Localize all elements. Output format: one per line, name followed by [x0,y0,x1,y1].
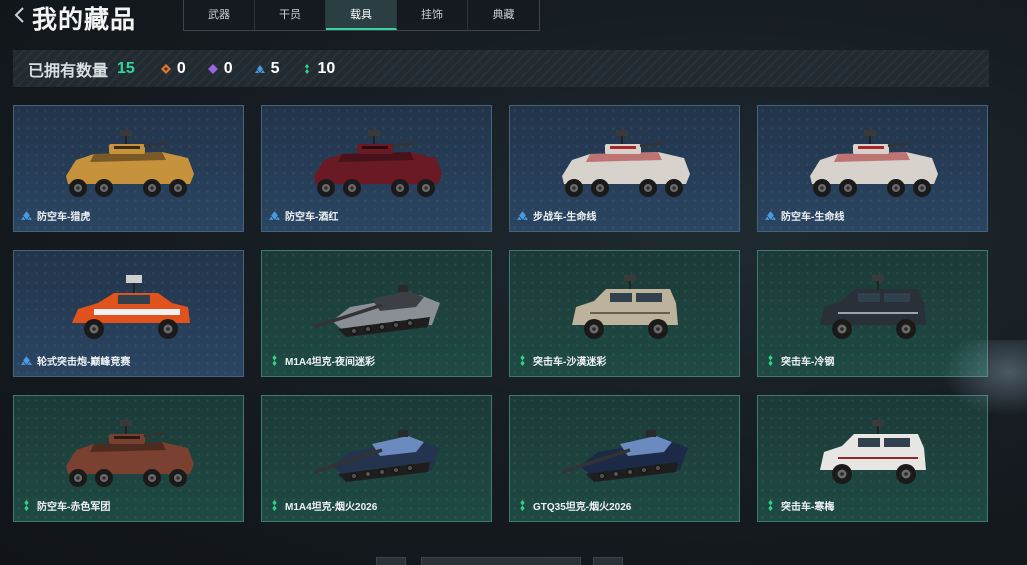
back-button[interactable] [10,4,28,26]
tab-weapons[interactable]: 武器 [184,0,255,30]
rarity-count-value: 0 [223,59,233,77]
vehicle-card[interactable]: 防空车-赤色军团 [13,395,244,522]
vehicle-card[interactable]: 防空车-猎虎 [13,105,244,232]
page-title: 我的藏品 [32,6,137,34]
vehicle-label: 步战车-生命线 [517,208,596,223]
vehicle-name: 防空车-猎虎 [37,212,91,223]
rarity-count-green: 10 [302,59,336,78]
header: 我的藏品 武器 干员 载具 挂饰 典藏 [0,0,1027,34]
vehicle-label: M1A4坦克-夜间迷彩 [269,353,375,368]
green-rarity-icon [520,500,525,511]
rarity-count-value: 5 [270,59,280,77]
green-rarity-icon [272,500,277,511]
vehicle-label: 轮式突击炮-巅峰竞赛 [21,353,130,368]
vehicle-image [72,275,190,339]
vehicle-card[interactable]: 防空车-生命线 [757,105,988,232]
vehicle-card[interactable]: 突击车-沙漠迷彩 [509,250,740,377]
vehicle-image [572,275,678,339]
vehicle-name: 突击车-寒梅 [781,502,835,513]
vehicle-label: GTQ35坦克-烟火2026 [517,498,631,513]
vehicle-label: M1A4坦克-烟火2026 [269,498,377,513]
vehicle-label: 突击车-冷钢 [765,353,834,368]
vehicle-label: 防空车-生命线 [765,208,844,223]
vehicle-label: 突击车-寒梅 [765,498,834,513]
rarity-count-value: 0 [176,59,186,77]
blue-rarity-icon [21,356,32,365]
vehicle-name: M1A4坦克-烟火2026 [285,502,378,513]
blue-rarity-icon [269,211,280,220]
vehicle-name: GTQ35坦克-烟火2026 [533,502,632,513]
vehicle-card[interactable]: 步战车-生命线 [509,105,740,232]
blue-rarity-icon [765,211,776,220]
page-next-button[interactable] [593,557,623,565]
orange-diamond-icon [160,63,171,74]
green-rarity-icon [768,500,773,511]
vehicle-image [314,130,442,197]
rarity-count-orange: 0 [160,59,186,78]
green-rarity-icon [768,355,773,366]
vehicle-label: 突击车-沙漠迷彩 [517,353,606,368]
chevron-left-icon [14,7,24,23]
vehicle-label: 防空车-猎虎 [21,208,90,223]
green-rarity-icon [272,355,277,366]
blue-rarity-icon [21,211,32,220]
vehicle-card[interactable]: GTQ35坦克-烟火2026 [509,395,740,522]
vehicle-image [313,430,440,482]
vehicle-card[interactable]: 突击车-冷钢 [757,250,988,377]
vehicle-image [313,285,440,337]
green-diamond-icon [304,63,309,74]
vehicle-image [66,420,194,487]
owned-count-value: 15 [117,59,135,77]
vehicle-image [820,420,926,484]
vehicle-name: 步战车-生命线 [533,212,597,223]
purple-diamond-icon [207,63,218,74]
vehicle-name: M1A4坦克-夜间迷彩 [285,357,376,368]
owned-count-label: 已拥有数量 [28,62,109,80]
page-prev-button[interactable] [376,557,406,565]
green-rarity-icon [520,355,525,366]
tab-collection[interactable]: 典藏 [468,0,539,30]
tab-pendants[interactable]: 挂饰 [397,0,468,30]
rarity-count-blue: 5 [254,59,280,78]
ownership-stats-bar: 已拥有数量 15 0 0 5 10 [13,50,989,87]
vehicle-card[interactable]: 防空车-酒红 [261,105,492,232]
category-tabs: 武器 干员 载具 挂饰 典藏 [183,0,540,31]
vehicle-card[interactable]: 轮式突击炮-巅峰竞赛 [13,250,244,377]
vehicle-name: 突击车-冷钢 [781,357,835,368]
tab-vehicles[interactable]: 载具 [326,0,397,30]
vehicle-name: 防空车-赤色军团 [37,502,111,513]
page-indicator [421,557,581,565]
rarity-count-value: 10 [317,59,336,77]
vehicle-image [820,275,926,339]
vehicle-image [562,130,690,197]
blue-diamond-icon [254,64,265,73]
vehicle-name: 轮式突击炮-巅峰竞赛 [37,357,131,368]
vehicle-image [810,130,938,197]
vehicle-image [561,430,688,482]
tab-operators[interactable]: 干员 [255,0,326,30]
vehicle-card[interactable]: M1A4坦克-夜间迷彩 [261,250,492,377]
blue-rarity-icon [517,211,528,220]
vehicle-card[interactable]: M1A4坦克-烟火2026 [261,395,492,522]
vehicle-label: 防空车-赤色军团 [21,498,110,513]
vehicle-card[interactable]: 突击车-寒梅 [757,395,988,522]
green-rarity-icon [24,500,29,511]
vehicle-name: 防空车-生命线 [781,212,845,223]
vehicle-label: 防空车-酒红 [269,208,338,223]
rarity-count-purple: 0 [207,59,233,78]
vehicle-name: 突击车-沙漠迷彩 [533,357,607,368]
vehicle-image [66,130,194,197]
vehicle-name: 防空车-酒红 [285,212,339,223]
